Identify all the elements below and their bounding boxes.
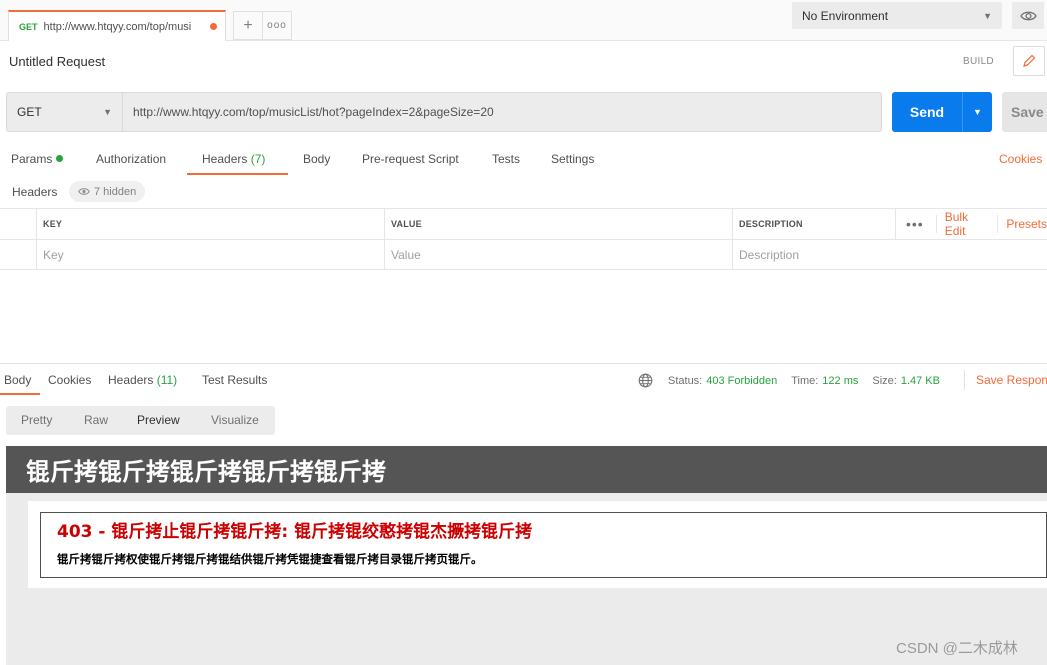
tab-headers-label: Headers bbox=[202, 152, 248, 166]
status-label: Status: bbox=[668, 374, 703, 387]
request-title[interactable]: Untitled Request bbox=[9, 54, 105, 69]
response-tab-test-results[interactable]: Test Results bbox=[202, 373, 267, 387]
column-header-key: KEY bbox=[36, 209, 384, 239]
headers-section-label: Headers bbox=[12, 185, 58, 199]
bulk-edit-link[interactable]: Bulk Edit bbox=[935, 210, 986, 238]
table-row: Key Value Description bbox=[0, 239, 1047, 270]
unsaved-dot-icon bbox=[210, 23, 217, 30]
request-url-input[interactable]: http://www.htqyy.com/top/musicList/hot?p… bbox=[122, 92, 882, 132]
active-tab-indicator bbox=[187, 173, 288, 175]
chevron-down-icon: ▼ bbox=[973, 107, 982, 117]
status-value[interactable]: 403 Forbidden bbox=[706, 375, 777, 387]
environment-value: No Environment bbox=[802, 8, 889, 23]
response-tab-body[interactable]: Body bbox=[4, 373, 31, 387]
size-value[interactable]: 1.47 KB bbox=[901, 375, 940, 387]
view-tab-raw[interactable]: Raw bbox=[84, 413, 108, 427]
edit-request-button[interactable] bbox=[1013, 46, 1045, 76]
tab-options-button[interactable]: ooo bbox=[262, 11, 292, 40]
header-key-input[interactable]: Key bbox=[36, 240, 384, 270]
table-actions: ••• Bulk Edit Presets bbox=[895, 209, 1047, 239]
view-tab-pretty[interactable]: Pretty bbox=[21, 413, 52, 427]
preview-banner: 锟斤拷锟斤拷锟斤拷锟斤拷锟斤拷 bbox=[6, 446, 1047, 493]
hidden-headers-count: 7 hidden bbox=[94, 185, 137, 198]
save-response-button[interactable]: Save Response bbox=[964, 370, 1047, 390]
presets-link[interactable]: Presets bbox=[997, 215, 1047, 233]
save-button[interactable]: Save bbox=[1002, 92, 1047, 132]
header-value-input[interactable]: Value bbox=[384, 240, 732, 270]
tab-tests[interactable]: Tests bbox=[492, 152, 520, 166]
size-label: Size: bbox=[872, 374, 897, 387]
globe-icon[interactable] bbox=[638, 373, 653, 388]
environment-select[interactable]: No Environment ▼ bbox=[792, 2, 1002, 29]
tab-params[interactable]: Params bbox=[11, 152, 64, 166]
preview-content-card: 403 - 锟斤拷止锟斤拷锟斤拷: 锟斤拷锟绞憨拷锟杰撅拷锟斤拷 锟斤拷锟斤拷权… bbox=[28, 501, 1047, 588]
preview-error-message: 锟斤拷锟斤拷权使锟斤拷锟斤拷锟结供锟斤拷凭锟捷查看锟斤拷目录锟斤拷页锟斤。 bbox=[57, 552, 483, 566]
request-url-value: http://www.htqyy.com/top/musicList/hot?p… bbox=[133, 105, 494, 119]
response-active-tab-indicator bbox=[0, 393, 40, 395]
new-tab-button[interactable]: + bbox=[233, 11, 263, 40]
response-tab-headers-count: (11) bbox=[156, 373, 178, 387]
response-preview: 锟斤拷锟斤拷锟斤拷锟斤拷锟斤拷 403 - 锟斤拷止锟斤拷锟斤拷: 锟斤拷锟绞憨… bbox=[6, 446, 1047, 665]
eye-icon bbox=[1019, 11, 1037, 20]
request-tab-bar: GET http://www.htqyy.com/top/musi + ooo … bbox=[0, 0, 1047, 41]
column-header-description: DESCRIPTION bbox=[732, 209, 895, 239]
request-tab-url: http://www.htqyy.com/top/musi bbox=[43, 20, 192, 33]
response-tab-cookies[interactable]: Cookies bbox=[48, 373, 91, 387]
pencil-icon bbox=[1023, 54, 1036, 67]
header-description-input[interactable]: Description bbox=[732, 240, 1047, 270]
send-options-button[interactable]: ▼ bbox=[962, 92, 992, 132]
response-divider[interactable] bbox=[0, 363, 1047, 364]
tab-headers[interactable]: Headers (7) bbox=[202, 152, 265, 166]
http-method-select[interactable]: GET ▼ bbox=[6, 92, 122, 132]
watermark: CSDN @二木成林 bbox=[896, 640, 1018, 657]
time-value[interactable]: 122 ms bbox=[822, 375, 858, 387]
environment-quick-look-button[interactable] bbox=[1012, 2, 1044, 29]
column-header-value: VALUE bbox=[384, 209, 732, 239]
send-button[interactable]: Send bbox=[892, 92, 962, 132]
tab-prerequest-script[interactable]: Pre-request Script bbox=[362, 152, 459, 166]
tab-authorization[interactable]: Authorization bbox=[96, 152, 166, 166]
headers-table: KEY VALUE DESCRIPTION ••• Bulk Edit Pres… bbox=[0, 208, 1047, 270]
preview-error-title: 403 - 锟斤拷止锟斤拷锟斤拷: 锟斤拷锟绞憨拷锟杰撅拷锟斤拷 bbox=[57, 522, 533, 542]
hidden-headers-toggle[interactable]: 7 hidden bbox=[69, 181, 146, 202]
tab-params-label: Params bbox=[11, 152, 53, 166]
request-tab[interactable]: GET http://www.htqyy.com/top/musi bbox=[8, 10, 226, 41]
eye-icon bbox=[78, 188, 90, 195]
time-label: Time: bbox=[791, 374, 819, 387]
view-tab-visualize[interactable]: Visualize bbox=[211, 413, 259, 427]
response-tab-headers-label: Headers bbox=[108, 373, 154, 387]
response-status-bar: Status: 403 Forbidden Time: 122 ms Size:… bbox=[638, 373, 940, 388]
table-header-row: KEY VALUE DESCRIPTION ••• Bulk Edit Pres… bbox=[0, 208, 1047, 239]
chevron-down-icon: ▼ bbox=[103, 107, 112, 117]
column-options-icon[interactable]: ••• bbox=[906, 216, 924, 232]
body-view-tabs: Pretty Raw Preview Visualize bbox=[6, 406, 275, 435]
http-method-value: GET bbox=[17, 105, 42, 119]
chevron-down-icon: ▼ bbox=[983, 10, 992, 21]
plus-icon: + bbox=[243, 16, 253, 34]
tab-body[interactable]: Body bbox=[303, 152, 330, 166]
request-tab-method: GET bbox=[19, 21, 38, 32]
tab-headers-count: (7) bbox=[250, 152, 266, 166]
response-tab-headers[interactable]: Headers (11) bbox=[108, 373, 177, 387]
cookies-link[interactable]: Cookies bbox=[999, 152, 1042, 166]
params-active-dot-icon bbox=[56, 155, 64, 162]
ellipsis-icon: ooo bbox=[267, 20, 287, 31]
view-tab-preview[interactable]: Preview bbox=[137, 413, 180, 427]
preview-error-box: 403 - 锟斤拷止锟斤拷锟斤拷: 锟斤拷锟绞憨拷锟杰撅拷锟斤拷 锟斤拷锟斤拷权… bbox=[40, 512, 1047, 578]
build-mode-label: BUILD bbox=[963, 56, 994, 67]
tab-settings[interactable]: Settings bbox=[551, 152, 594, 166]
